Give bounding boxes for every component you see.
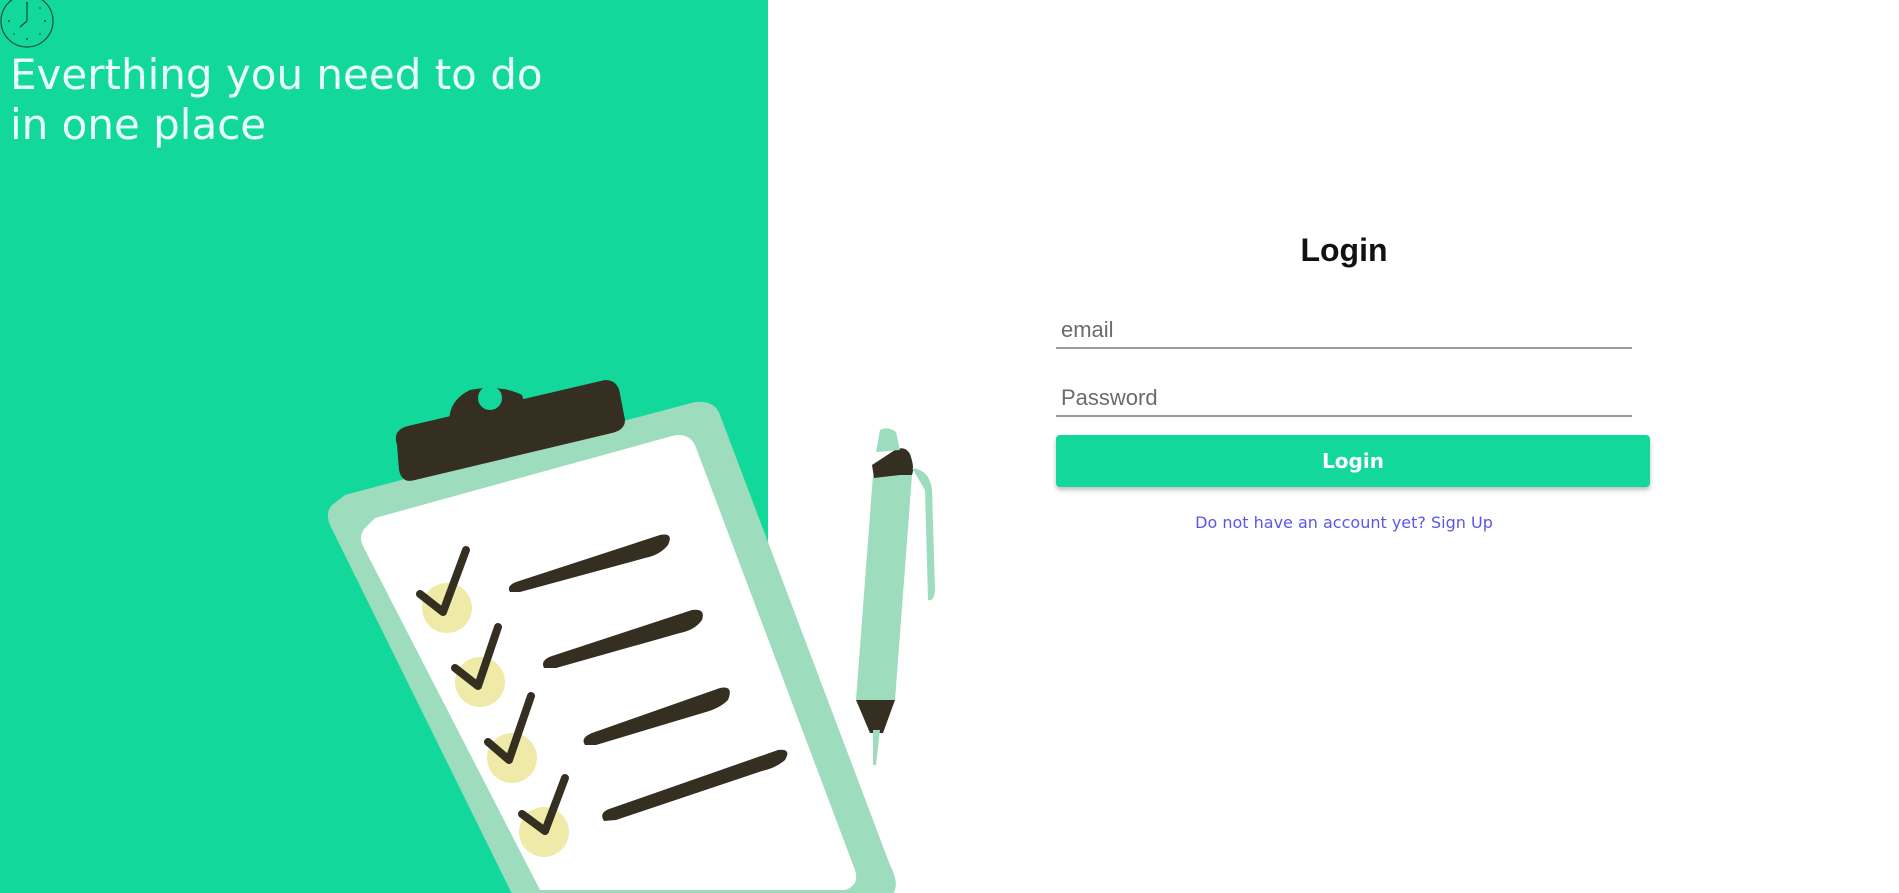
password-field[interactable]: [1056, 381, 1632, 417]
signup-link[interactable]: Do not have an account yet? Sign Up: [1056, 513, 1632, 532]
tagline-line-1: Everthing you need to do: [10, 50, 543, 99]
pen-icon: [856, 428, 935, 765]
login-title: Login: [1300, 232, 1388, 268]
clipboard-checklist-illustration: [327, 380, 935, 893]
hero-tagline: Everthing you need to do in one place: [10, 50, 570, 150]
clock-icon: [0, 0, 54, 48]
login-form: Login Login Do not have an account yet? …: [1056, 225, 1650, 532]
tagline-line-2: in one place: [10, 100, 267, 149]
login-button[interactable]: Login: [1056, 435, 1650, 487]
email-field[interactable]: [1056, 313, 1632, 349]
